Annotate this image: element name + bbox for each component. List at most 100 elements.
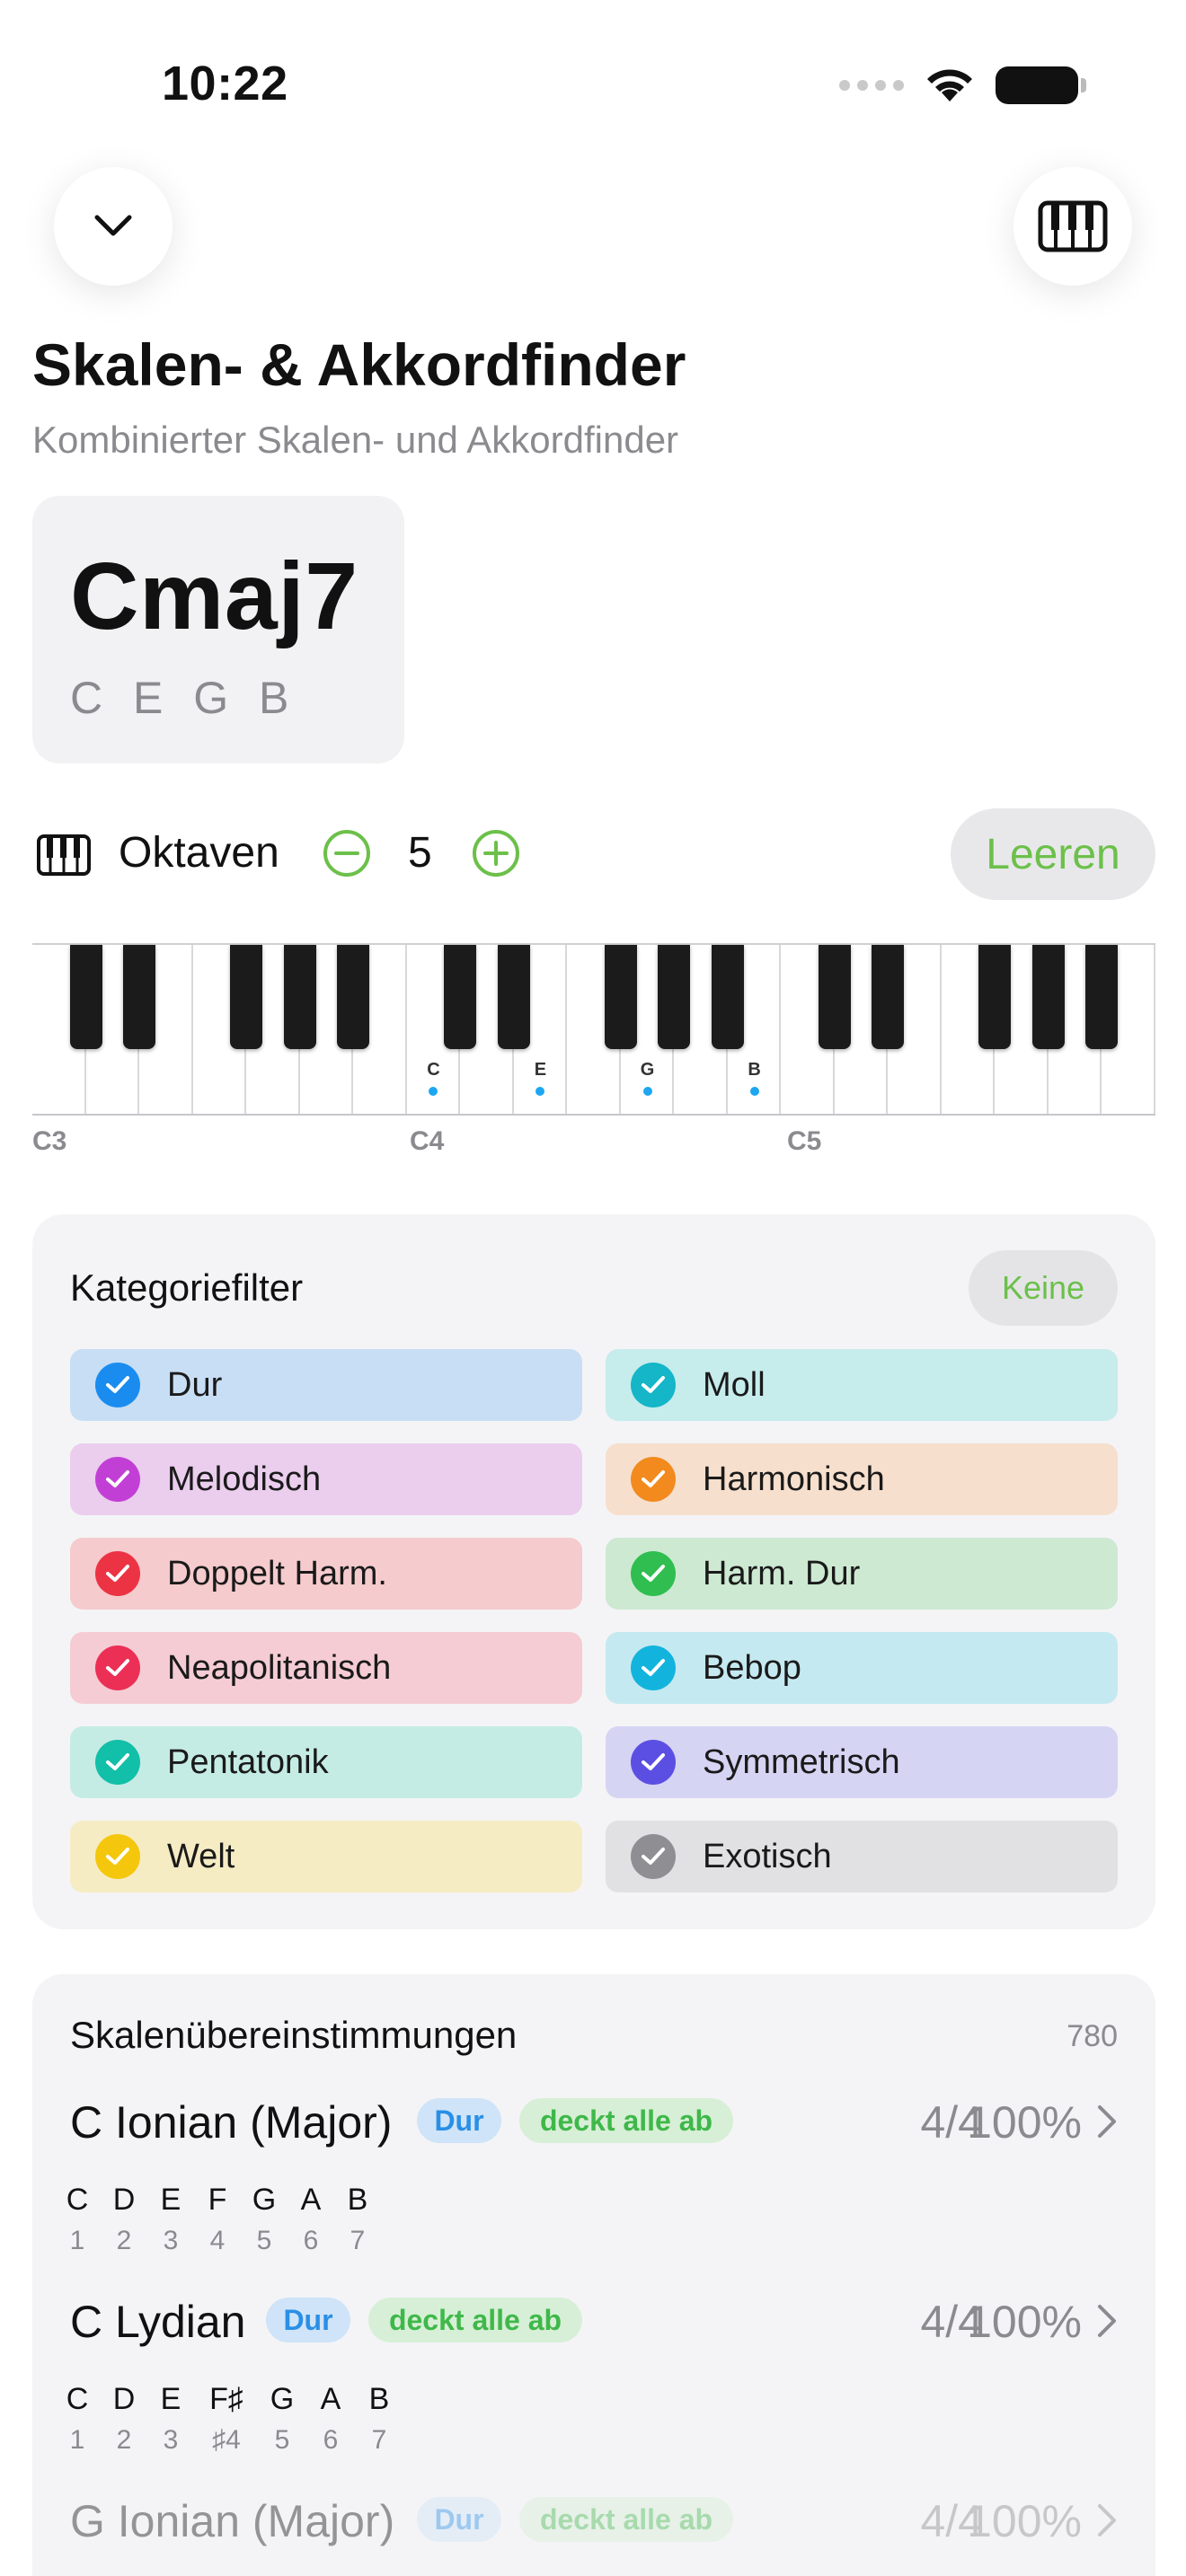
match-percent: 100% — [967, 2097, 1082, 2148]
checkmark-icon — [631, 1551, 676, 1596]
filter-chip-pentatonik[interactable]: Pentatonik — [70, 1726, 582, 1798]
filter-chip-symmetrisch[interactable]: Symmetrisch — [606, 1726, 1118, 1798]
scale-row[interactable]: C Ionian (Major) Dur deckt alle ab 4/4 1… — [66, 2096, 1118, 2276]
black-key[interactable] — [604, 945, 637, 1049]
scale-note: D — [112, 2183, 136, 2217]
filter-chip-label: Doppelt Harm. — [167, 1554, 387, 1592]
filter-chip-exotisch[interactable]: Exotisch — [606, 1821, 1118, 1892]
black-key[interactable] — [230, 945, 263, 1049]
black-key[interactable] — [978, 945, 1012, 1049]
scale-note: C — [66, 2382, 89, 2416]
scale-note: B — [347, 2183, 368, 2217]
filter-chip-label: Welt — [167, 1837, 235, 1875]
filter-chip-doppelt-harm[interactable]: Doppelt Harm. — [70, 1538, 582, 1610]
scale-matches-title: Skalenübereinstimmungen — [70, 2014, 518, 2056]
filter-chip-bebop[interactable]: Bebop — [606, 1632, 1118, 1704]
black-key[interactable] — [69, 945, 102, 1049]
clear-button[interactable]: Leeren — [951, 808, 1155, 900]
checkmark-icon — [95, 1551, 140, 1596]
scale-degree: 6 — [323, 2425, 339, 2455]
chord-notes: C E G B — [70, 673, 298, 723]
scale-matches-count: 780 — [1067, 2019, 1118, 2053]
piano-keyboard[interactable]: CEGB — [32, 943, 1155, 1116]
black-key[interactable] — [818, 945, 851, 1049]
black-key[interactable] — [123, 945, 156, 1049]
filter-chip-moll[interactable]: Moll — [606, 1349, 1118, 1421]
filter-chip-label: Exotisch — [703, 1837, 832, 1875]
status-icons — [839, 65, 1086, 106]
scale-degree: 3 — [163, 2226, 179, 2255]
scale-name: C Ionian (Major) — [70, 2097, 393, 2148]
filter-chip-label: Neapolitanisch — [167, 1648, 392, 1687]
match-percent: 100% — [967, 2297, 1082, 2347]
category-badge: Dur — [417, 2098, 501, 2143]
dismiss-button[interactable] — [54, 167, 173, 286]
key-note-label: C — [427, 1060, 440, 1080]
scale-row[interactable]: C Lydian Dur deckt alle ab 4/4 100% C D … — [66, 2296, 1118, 2475]
scale-note: C — [66, 2183, 89, 2217]
scale-degree: 2 — [116, 2226, 132, 2255]
chord-name: Cmaj7 — [70, 543, 358, 649]
scale-note: G — [252, 2183, 277, 2217]
chevron-right-icon — [1098, 2504, 1116, 2536]
battery-icon — [996, 66, 1086, 104]
key-note-label: E — [534, 1060, 547, 1080]
category-badge: Dur — [266, 2298, 350, 2342]
scale-note: E — [160, 2183, 181, 2217]
filter-chip-welt[interactable]: Welt — [70, 1821, 582, 1892]
black-key[interactable] — [1085, 945, 1119, 1049]
chord-card[interactable]: Cmaj7 C E G B — [32, 496, 404, 763]
coverage-badge: deckt alle ab — [519, 2098, 733, 2143]
filter-chip-label: Melodisch — [167, 1460, 322, 1498]
black-key[interactable] — [1031, 945, 1065, 1049]
filter-chip-dur[interactable]: Dur — [70, 1349, 582, 1421]
category-filter-title: Kategoriefilter — [70, 1266, 304, 1309]
wifi-icon — [927, 69, 972, 101]
black-key[interactable] — [711, 945, 744, 1049]
filter-chip-label: Harmonisch — [703, 1460, 885, 1498]
match-percent: 100% — [967, 2496, 1082, 2546]
octave-mark-c4: C4 — [410, 1126, 445, 1156]
page-subtitle: Kombinierter Skalen- und Akkordfinder — [32, 419, 679, 461]
octave-controls: Oktaven 5 Leeren — [32, 808, 1155, 902]
black-key[interactable] — [337, 945, 370, 1049]
filter-chip-harmonisch[interactable]: Harmonisch — [606, 1443, 1118, 1515]
key-highlight-dot — [642, 1087, 652, 1096]
filter-chip-melodisch[interactable]: Melodisch — [70, 1443, 582, 1515]
piano-view-button[interactable] — [1013, 167, 1132, 286]
scale-note: D — [112, 2382, 136, 2416]
key-highlight-dot — [749, 1087, 759, 1096]
black-key[interactable] — [444, 945, 477, 1049]
key-note-label: B — [748, 1060, 761, 1080]
filter-chip-neapolitanisch[interactable]: Neapolitanisch — [70, 1632, 582, 1704]
coverage-badge: deckt alle ab — [519, 2497, 733, 2542]
chevron-down-icon — [94, 215, 132, 236]
status-time: 10:22 — [162, 57, 288, 110]
filter-chip-harm-dur[interactable]: Harm. Dur — [606, 1538, 1118, 1610]
category-badge: Dur — [417, 2497, 501, 2542]
scale-degree: 1 — [69, 2425, 85, 2455]
black-key[interactable] — [658, 945, 691, 1049]
black-key[interactable] — [872, 945, 905, 1049]
black-key[interactable] — [283, 945, 316, 1049]
checkmark-icon — [95, 1363, 140, 1407]
octaves-value: 5 — [408, 829, 432, 877]
page-title: Skalen- & Akkordfinder — [32, 331, 686, 398]
checkmark-icon — [631, 1645, 676, 1690]
scale-degree: 5 — [274, 2425, 290, 2455]
filter-chip-label: Harm. Dur — [703, 1554, 861, 1592]
chevron-right-icon — [1098, 2305, 1116, 2337]
filter-chip-label: Symmetrisch — [703, 1742, 900, 1781]
select-none-button[interactable]: Keine — [969, 1250, 1118, 1326]
filter-chip-label: Dur — [167, 1365, 223, 1404]
plus-circle-icon[interactable] — [471, 828, 521, 878]
black-key[interactable] — [497, 945, 530, 1049]
minus-circle-icon[interactable] — [322, 828, 372, 878]
octave-mark-c3: C3 — [32, 1126, 67, 1156]
scale-note: E — [160, 2382, 181, 2416]
scale-note: F — [208, 2183, 227, 2217]
cellular-signal-icon — [839, 80, 904, 91]
scale-degree: 1 — [69, 2226, 85, 2255]
octaves-label: Oktaven — [119, 829, 279, 877]
scale-row[interactable]: G Ionian (Major) Dur deckt alle ab 4/4 1… — [70, 2495, 1118, 2576]
